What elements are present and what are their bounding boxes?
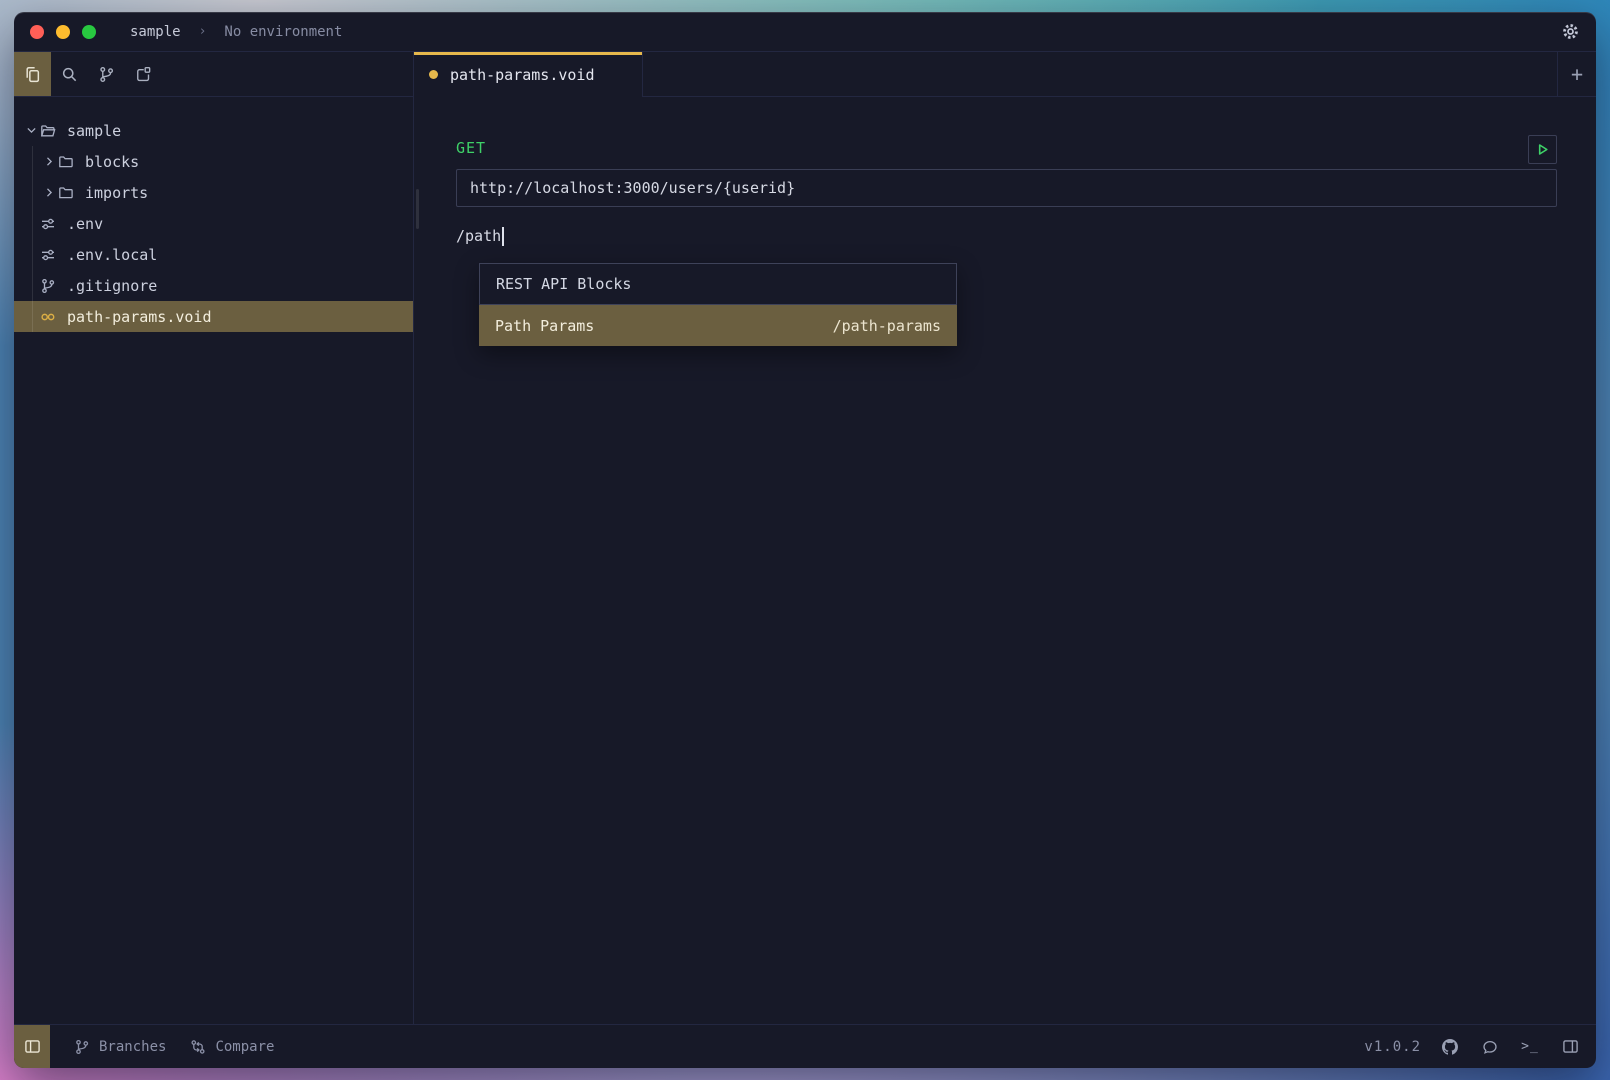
- close-window-button[interactable]: [30, 25, 44, 39]
- file-explorer-sidebar: sample blocks: [14, 97, 414, 1024]
- tab-path-params[interactable]: path-params.void: [414, 52, 643, 97]
- typed-text: /path: [456, 227, 501, 245]
- tree-item-blocks[interactable]: blocks: [14, 146, 413, 177]
- tree-item-label: blocks: [85, 153, 139, 171]
- branches-label: Branches: [99, 1039, 166, 1055]
- tree-item-label: .gitignore: [67, 277, 157, 295]
- zoom-window-button[interactable]: [82, 25, 96, 39]
- activity-search-button[interactable]: [51, 52, 88, 96]
- git-branch-icon: [74, 1039, 90, 1055]
- main-area: sample blocks: [14, 97, 1596, 1024]
- activity-bar: [14, 52, 414, 97]
- panel-right-icon: [1562, 1038, 1579, 1055]
- tree-item-path-params-void[interactable]: path-params.void: [14, 301, 413, 332]
- play-icon: [1535, 142, 1550, 157]
- toggle-right-panel-button[interactable]: [1550, 1038, 1590, 1055]
- git-compare-icon: [190, 1039, 206, 1055]
- activity-blocks-button[interactable]: [125, 52, 162, 96]
- tree-item-label: .env.local: [67, 246, 157, 264]
- env-sliders-icon: [40, 247, 56, 263]
- folder-open-icon: [40, 123, 56, 139]
- autocomplete-item-path-params[interactable]: Path Params /path-params: [479, 305, 957, 346]
- tab-bar: path-params.void +: [414, 52, 1596, 97]
- tree-item-env[interactable]: .env: [14, 208, 413, 239]
- search-icon: [61, 66, 78, 83]
- files-icon: [24, 66, 41, 83]
- branches-button[interactable]: Branches: [74, 1039, 166, 1055]
- compare-label: Compare: [215, 1039, 274, 1055]
- env-sliders-icon: [40, 216, 56, 232]
- status-bar: Branches Compare v1.0.2 >_: [14, 1024, 1596, 1068]
- send-request-button[interactable]: [1528, 135, 1557, 164]
- panel-left-icon: [24, 1038, 41, 1055]
- folder-icon: [58, 154, 74, 170]
- chat-bubble-icon: [1482, 1039, 1498, 1055]
- settings-button[interactable]: [1558, 20, 1582, 44]
- breadcrumb-separator-icon: ›: [199, 24, 207, 39]
- editor-typed-line[interactable]: /path: [456, 225, 504, 247]
- tree-item-label: imports: [85, 184, 148, 202]
- text-cursor: [502, 227, 504, 246]
- activity-files-button[interactable]: [14, 52, 51, 96]
- tree-item-sample[interactable]: sample: [14, 115, 413, 146]
- git-branch-icon: [40, 278, 56, 294]
- tree-item-label: path-params.void: [67, 308, 212, 326]
- compare-button[interactable]: Compare: [190, 1039, 274, 1055]
- tree-item-env-local[interactable]: .env.local: [14, 239, 413, 270]
- app-version: v1.0.2: [1364, 1039, 1421, 1055]
- modified-dot-icon: [429, 70, 438, 79]
- scrollbar-thumb[interactable]: [416, 189, 419, 229]
- gear-icon: [1561, 22, 1580, 41]
- http-method-label[interactable]: GET: [456, 135, 486, 157]
- tree-item-gitignore[interactable]: .gitignore: [14, 270, 413, 301]
- request-editor: GET /path REST API Blocks Path Params /p…: [414, 97, 1596, 1024]
- tab-bar-empty-space: [643, 52, 1557, 97]
- autocomplete-item-value: /path-params: [833, 317, 941, 335]
- folder-icon: [58, 185, 74, 201]
- feedback-button[interactable]: [1470, 1039, 1510, 1055]
- github-button[interactable]: [1430, 1039, 1470, 1055]
- tree-item-label: sample: [67, 122, 121, 140]
- chevron-right-icon[interactable]: [42, 154, 57, 169]
- title-bar: sample › No environment: [14, 12, 1596, 52]
- chevron-down-icon[interactable]: [24, 123, 39, 138]
- project-name[interactable]: sample: [130, 24, 181, 40]
- infinity-icon: [40, 309, 56, 325]
- autocomplete-header: REST API Blocks: [480, 264, 956, 305]
- tab-label: path-params.void: [450, 66, 595, 84]
- request-method-row: GET: [456, 135, 1557, 165]
- new-tab-button[interactable]: +: [1557, 52, 1596, 97]
- minimize-window-button[interactable]: [56, 25, 70, 39]
- toggle-sidebar-button[interactable]: [14, 1025, 50, 1068]
- terminal-button[interactable]: >_: [1510, 1039, 1550, 1054]
- tree-item-imports[interactable]: imports: [14, 177, 413, 208]
- file-tree: sample blocks: [14, 97, 413, 332]
- activity-source-control-button[interactable]: [88, 52, 125, 96]
- top-row: path-params.void +: [14, 52, 1596, 97]
- environment-selector[interactable]: No environment: [224, 24, 342, 40]
- git-branch-icon: [98, 66, 115, 83]
- indent-guide: [32, 146, 33, 332]
- autocomplete-item-label: Path Params: [495, 317, 594, 335]
- blocks-icon: [135, 66, 152, 83]
- app-window: sample › No environment: [14, 12, 1596, 1068]
- autocomplete-popup: REST API Blocks Path Params /path-params: [479, 263, 957, 346]
- chevron-right-icon[interactable]: [42, 185, 57, 200]
- request-url-input[interactable]: [456, 169, 1557, 207]
- github-icon: [1442, 1039, 1458, 1055]
- tree-item-label: .env: [67, 215, 103, 233]
